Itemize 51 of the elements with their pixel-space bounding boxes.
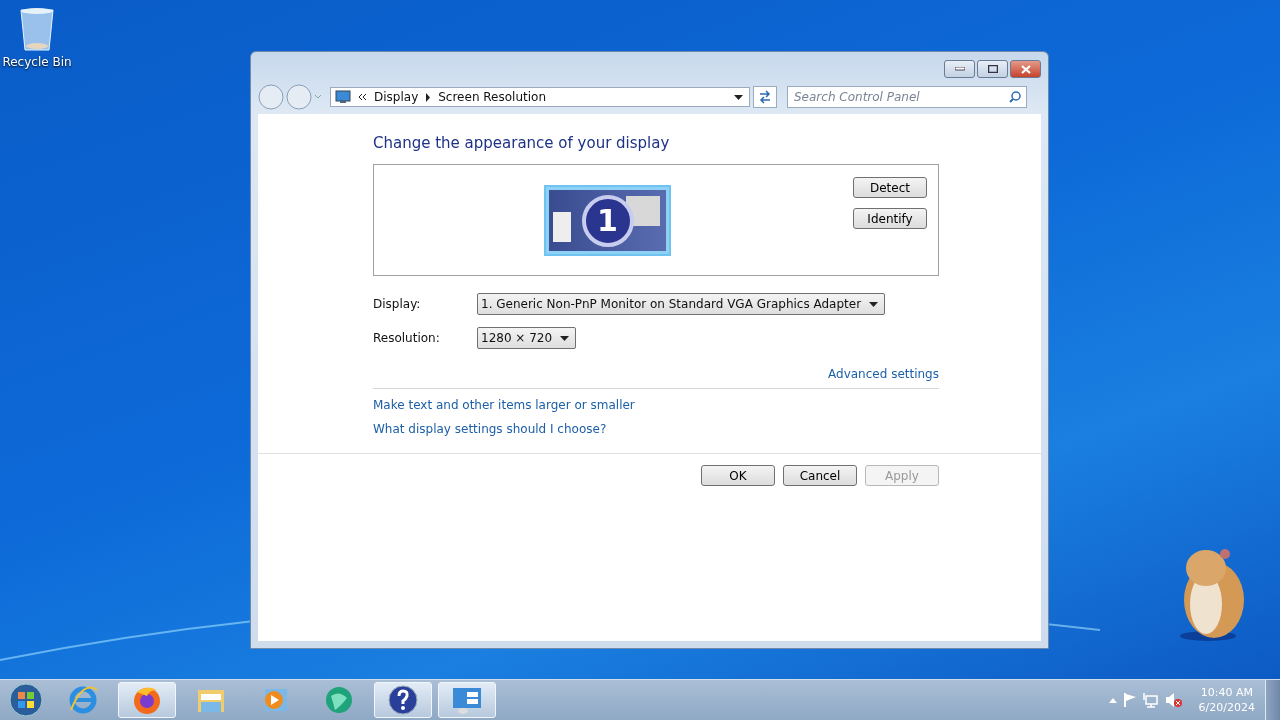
muted-speaker-icon[interactable] xyxy=(1164,692,1183,708)
close-icon xyxy=(1020,64,1031,74)
close-button[interactable] xyxy=(1010,60,1041,78)
firefox-taskbar-button[interactable] xyxy=(118,682,176,718)
flag-icon[interactable] xyxy=(1122,692,1137,708)
minimize-icon xyxy=(954,67,965,71)
globe-icon xyxy=(323,684,355,716)
dropdown-field[interactable]: 1280 × 720 xyxy=(477,327,577,349)
address-dropdown-icon[interactable] xyxy=(734,94,743,100)
window-thumbnail xyxy=(553,212,571,242)
history-dropdown-icon[interactable] xyxy=(314,94,322,100)
address-bar[interactable]: Display Screen Resolution xyxy=(330,87,750,107)
dropdown-arrow-icon xyxy=(869,301,879,307)
panel-button[interactable]: Detect xyxy=(853,177,927,198)
maximize-icon xyxy=(987,65,998,73)
search-icon[interactable] xyxy=(1009,91,1021,103)
forward-button[interactable] xyxy=(286,84,312,110)
advanced-settings-link[interactable]: Advanced settings xyxy=(828,367,939,381)
help-icon xyxy=(387,684,419,716)
start-button[interactable] xyxy=(8,682,44,718)
breadcrumb-arrow-icon xyxy=(425,92,432,102)
monitor-number: 1 xyxy=(581,194,634,247)
panel-button[interactable]: Identify xyxy=(853,208,927,229)
monitor-icon xyxy=(335,90,351,104)
dropdown-arrow-icon xyxy=(560,335,570,341)
desktop-icon-label[interactable]: Recycle Bin xyxy=(2,55,72,69)
field-label: Resolution: xyxy=(373,331,441,345)
show-hidden-icons-icon[interactable] xyxy=(1108,697,1117,703)
browser-e-icon xyxy=(67,684,99,716)
search-field[interactable]: Search Control Panel xyxy=(787,86,1027,108)
network-icon[interactable] xyxy=(1142,692,1159,708)
minimize-button[interactable] xyxy=(944,60,975,78)
show-desktop-button[interactable] xyxy=(1265,680,1280,720)
dropdown-field[interactable]: 1. Generic Non-PnP Monitor on Standard VGA Graphics Adapter xyxy=(477,293,886,315)
fox-globe-icon xyxy=(131,684,163,716)
breadcrumb-item[interactable]: Display xyxy=(374,90,419,104)
page-heading: Change the appearance of your display xyxy=(373,134,671,152)
dialog-button[interactable]: Cancel xyxy=(783,465,857,486)
help-link[interactable]: What display settings should I choose? xyxy=(373,422,607,436)
maximize-button[interactable] xyxy=(977,60,1008,78)
field-label: Display: xyxy=(373,297,422,311)
dialog-button[interactable]: OK xyxy=(701,465,775,486)
refresh-button[interactable] xyxy=(753,86,777,108)
help-taskbar-button[interactable] xyxy=(374,682,432,718)
back-button[interactable] xyxy=(258,84,284,110)
control-taskbar-button[interactable] xyxy=(438,682,496,718)
monitor-thumbnail[interactable]: 1 xyxy=(544,185,671,256)
recycle-bin-icon[interactable] xyxy=(18,6,56,52)
double-chevron-icon xyxy=(358,93,367,101)
help-link[interactable]: Make text and other items larger or smaller xyxy=(373,398,635,412)
breadcrumb-item[interactable]: Screen Resolution xyxy=(438,90,546,104)
